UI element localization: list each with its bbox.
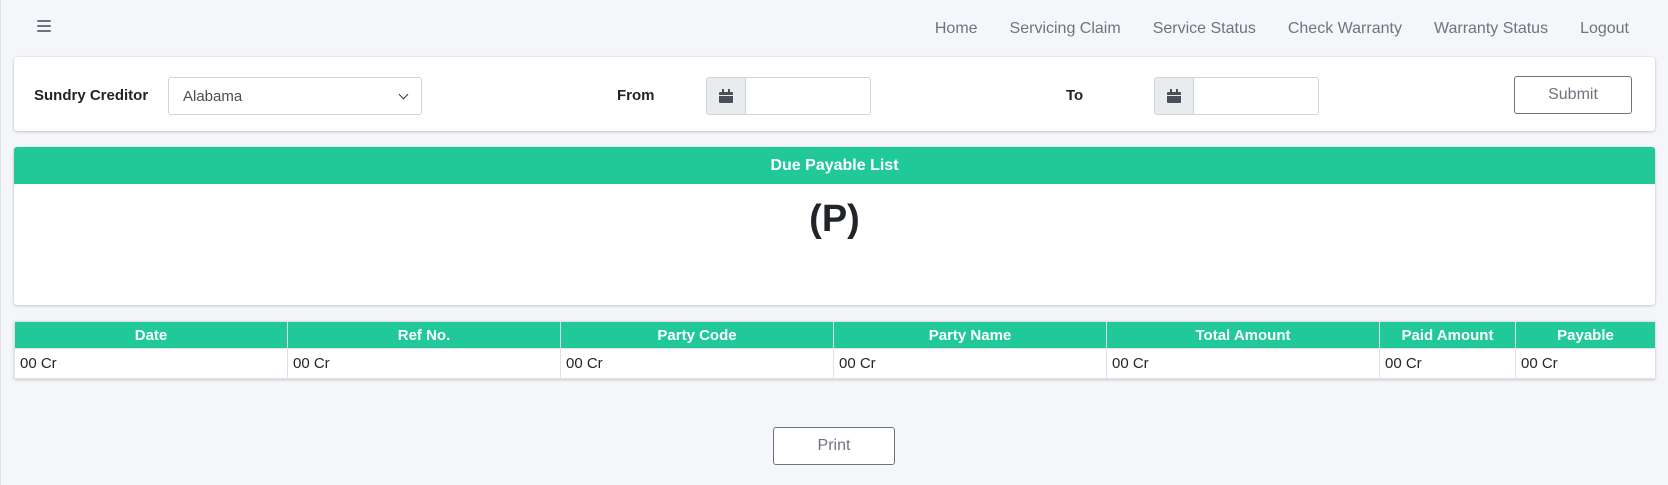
due-payable-subtitle: (P)	[809, 198, 860, 240]
from-date-input[interactable]	[746, 77, 871, 115]
to-calendar-button[interactable]	[1154, 77, 1194, 115]
column-header-payable[interactable]: Payable	[1515, 321, 1656, 349]
column-header-total-amount[interactable]: Total Amount	[1106, 321, 1380, 349]
due-payable-card: Due Payable List (P)	[14, 147, 1655, 305]
sundry-creditor-label: Sundry Creditor	[34, 87, 149, 104]
column-header-paid-amount[interactable]: Paid Amount	[1379, 321, 1516, 349]
nav-link-check-warranty[interactable]: Check Warranty	[1288, 18, 1402, 40]
submit-button[interactable]: Submit	[1514, 76, 1632, 114]
top-navbar: Home Servicing Claim Service Status Chec…	[1, 0, 1668, 56]
print-button[interactable]: Print	[773, 427, 895, 465]
table-cell-party-name: 00 Cr	[833, 348, 1107, 379]
nav-link-servicing-claim[interactable]: Servicing Claim	[1010, 18, 1121, 40]
to-label: To	[1066, 87, 1084, 104]
from-label: From	[617, 87, 655, 104]
calendar-icon	[719, 89, 733, 103]
nav-link-logout[interactable]: Logout	[1580, 18, 1629, 40]
nav-link-home[interactable]: Home	[935, 18, 978, 40]
table-cell-ref-no: 00 Cr	[287, 348, 561, 379]
to-date-group	[1154, 77, 1319, 115]
nav-link-warranty-status[interactable]: Warranty Status	[1434, 18, 1548, 40]
chevron-down-icon	[398, 89, 409, 100]
column-header-party-code[interactable]: Party Code	[560, 321, 834, 349]
table-cell-payable: 00 Cr	[1515, 348, 1656, 379]
from-calendar-button[interactable]	[706, 77, 746, 115]
from-date-group	[706, 77, 871, 115]
table-cell-date: 00 Cr	[14, 348, 288, 379]
sundry-creditor-value: Alabama	[183, 87, 243, 105]
sundry-creditor-select[interactable]: Alabama	[168, 77, 422, 115]
table-header-row: Date Ref No. Party Code Party Name Total…	[14, 321, 1656, 349]
table-cell-total-amount: 00 Cr	[1106, 348, 1380, 379]
hamburger-icon[interactable]	[37, 17, 55, 37]
column-header-party-name[interactable]: Party Name	[833, 321, 1107, 349]
column-header-ref-no[interactable]: Ref No.	[287, 321, 561, 349]
main-nav: Home Servicing Claim Service Status Chec…	[903, 18, 1629, 40]
table-cell-paid-amount: 00 Cr	[1379, 348, 1516, 379]
nav-link-service-status[interactable]: Service Status	[1153, 18, 1256, 40]
due-payable-table: Date Ref No. Party Code Party Name Total…	[14, 321, 1656, 379]
table-row: 00 Cr 00 Cr 00 Cr 00 Cr 00 Cr 00 Cr 00 C…	[14, 348, 1656, 379]
due-payable-title: Due Payable List	[14, 147, 1655, 184]
table-cell-party-code: 00 Cr	[560, 348, 834, 379]
to-date-input[interactable]	[1194, 77, 1319, 115]
column-header-date[interactable]: Date	[14, 321, 288, 349]
filter-card: Sundry Creditor Alabama From To Submit	[14, 57, 1655, 131]
calendar-icon	[1167, 89, 1181, 103]
